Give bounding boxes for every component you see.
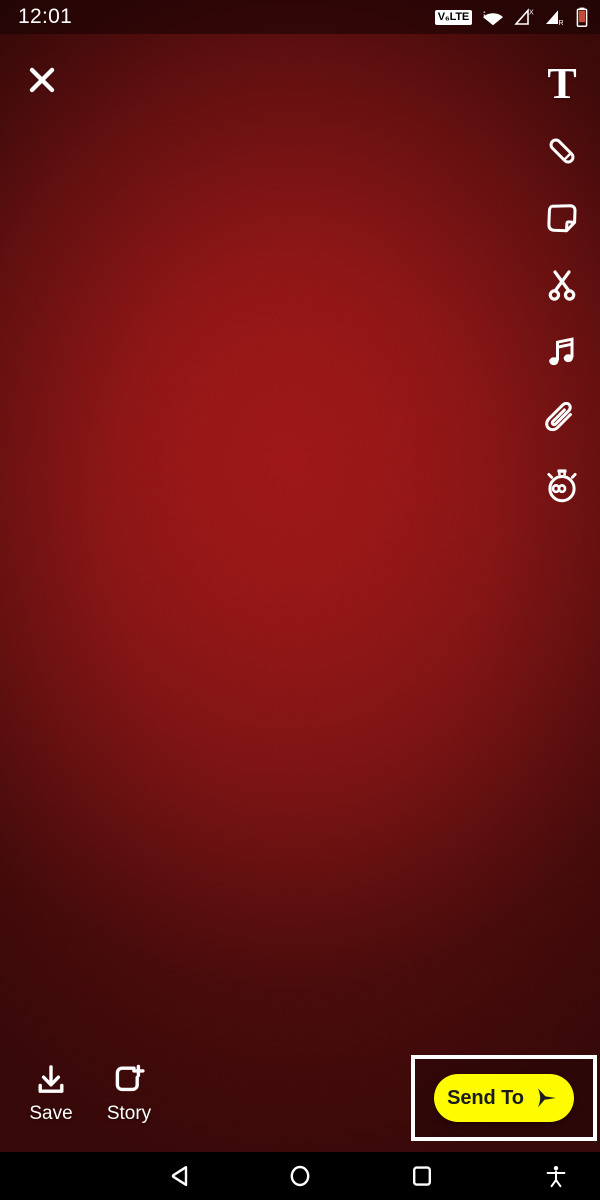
scissors-icon: [548, 269, 576, 301]
nav-accessibility-button[interactable]: [530, 1152, 582, 1200]
music-tool-button[interactable]: [534, 318, 590, 385]
music-note-icon: [549, 336, 574, 365]
sticker-icon: [547, 203, 577, 232]
scissors-tool-button[interactable]: [534, 251, 590, 318]
editor-tool-rail: T: [524, 50, 600, 519]
status-bar: 12:01 V₆LTE X R: [0, 0, 600, 34]
add-to-story-button[interactable]: Story: [96, 1064, 162, 1125]
home-circle-icon: [290, 1165, 310, 1187]
phone-screen: 12:01 V₆LTE X R T Save Story Send To: [0, 0, 600, 1200]
pencil-icon: [549, 138, 575, 163]
timer-tool-button[interactable]: [534, 452, 590, 519]
svg-text:R: R: [559, 20, 564, 26]
nav-home-button[interactable]: [270, 1152, 330, 1200]
text-tool-button[interactable]: T: [534, 50, 590, 117]
android-navigation-bar: [0, 1152, 600, 1200]
battery-icon: [576, 7, 588, 27]
close-button[interactable]: [22, 60, 62, 100]
paperclip-icon: [545, 401, 572, 431]
send-to-label: Send To: [447, 1086, 524, 1109]
text-t-icon: T: [547, 58, 577, 108]
photo-vignette-overlay: [0, 0, 600, 1152]
story-label: Story: [106, 1103, 152, 1124]
accessibility-icon: [546, 1166, 566, 1188]
wifi-icon: [483, 11, 503, 26]
close-icon: [29, 67, 55, 93]
back-triangle-icon: [171, 1166, 188, 1186]
save-button[interactable]: Save: [18, 1064, 84, 1125]
signal-no-sim-icon: X: [514, 8, 534, 25]
photo-grain-overlay: [0, 0, 600, 1152]
nav-back-button[interactable]: [150, 1152, 210, 1200]
recents-square-icon: [413, 1166, 432, 1186]
draw-tool-button[interactable]: [534, 117, 590, 184]
save-label: Save: [29, 1103, 73, 1124]
add-to-story-icon: [115, 1064, 145, 1092]
stopwatch-infinity-icon: [547, 468, 577, 502]
status-bar-clock: 12:01: [18, 5, 73, 28]
download-icon: [38, 1065, 64, 1093]
sticker-tool-button[interactable]: [534, 184, 590, 251]
attach-link-button[interactable]: [534, 385, 590, 452]
send-to-button[interactable]: Send To: [434, 1074, 574, 1122]
volte-icon: V₆LTE: [434, 9, 472, 25]
nav-recents-button[interactable]: [392, 1152, 452, 1200]
status-bar-icons: V₆LTE X R: [434, 7, 588, 27]
send-arrow-icon: [537, 1088, 556, 1108]
snap-preview-canvas[interactable]: [0, 0, 600, 1152]
signal-roaming-icon: R: [546, 10, 564, 26]
svg-text:X: X: [529, 9, 534, 16]
editor-bottom-bar: Save Story Send To: [0, 1052, 600, 1152]
